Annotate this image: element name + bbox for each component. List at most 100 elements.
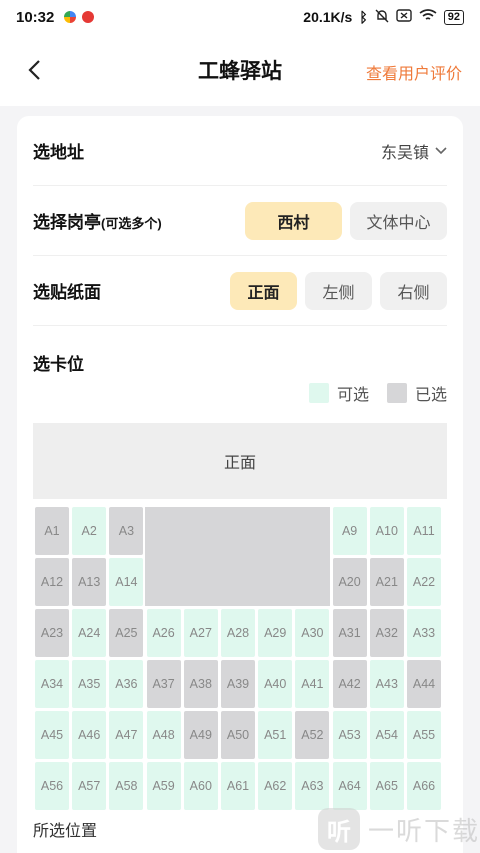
seat-a28[interactable]: A28 <box>221 609 255 657</box>
seat-a64[interactable]: A64 <box>332 762 367 810</box>
seat-a32: A32 <box>369 609 404 657</box>
page-title: 工蜂驿站 <box>198 60 282 83</box>
status-bar: 10:32 20.1K/s ᛒ 92 <box>0 0 480 34</box>
seat-section: 选卡位 可选 已选 正面 A1 A2 A3 A9 A10 A11 A12 A13 A14 A20 A… <box>33 326 447 811</box>
seat-a63[interactable]: A63 <box>295 762 330 810</box>
seat-a11[interactable]: A11 <box>407 507 441 555</box>
selected-position-label: 所选位置 <box>33 823 98 840</box>
seat-a55[interactable]: A55 <box>407 711 441 759</box>
wifi-icon <box>419 9 437 25</box>
seat-a59[interactable]: A59 <box>146 762 181 810</box>
seat-a56[interactable]: A56 <box>35 762 69 810</box>
seat-a34[interactable]: A34 <box>35 660 69 708</box>
legend-taken: 已选 <box>386 381 447 405</box>
mute-bell-icon <box>375 9 389 26</box>
seat-a12: A12 <box>35 558 69 606</box>
seat-a50: A50 <box>221 711 255 759</box>
seat-a65[interactable]: A65 <box>369 762 404 810</box>
no-sim-icon <box>396 9 412 25</box>
seat-a13: A13 <box>72 558 107 606</box>
seat-a46[interactable]: A46 <box>72 711 107 759</box>
side-option-front[interactable]: 正面 <box>230 271 297 310</box>
seat-a21: A21 <box>369 558 404 606</box>
app-notification-icon <box>82 11 95 23</box>
seat-a25: A25 <box>109 609 144 657</box>
seat-a33[interactable]: A33 <box>407 609 441 657</box>
legend-available: 可选 <box>308 381 369 405</box>
chevron-down-icon <box>435 146 447 154</box>
seat-a30[interactable]: A30 <box>295 609 330 657</box>
seat-a51[interactable]: A51 <box>258 711 293 759</box>
side-option-left[interactable]: 左侧 <box>305 271 372 310</box>
kiosk-option-wenti-center[interactable]: 文体中心 <box>350 201 447 240</box>
seat-a41[interactable]: A41 <box>295 660 330 708</box>
battery-icon: 92 <box>443 9 464 25</box>
seat-a66[interactable]: A66 <box>407 762 441 810</box>
seat-grid: A1 A2 A3 A9 A10 A11 A12 A13 A14 A20 A21 A22 A23 A24 A2… <box>33 507 447 811</box>
address-select[interactable]: 东吴镇 <box>381 139 447 163</box>
seat-a45[interactable]: A45 <box>35 711 69 759</box>
seat-a31: A31 <box>332 609 367 657</box>
seat-a49: A49 <box>183 711 218 759</box>
seat-a29[interactable]: A29 <box>258 609 293 657</box>
available-swatch <box>308 383 329 403</box>
seat-a48[interactable]: A48 <box>146 711 181 759</box>
side-option-right[interactable]: 右侧 <box>380 271 447 310</box>
seat-a43[interactable]: A43 <box>369 660 404 708</box>
seat-a58[interactable]: A58 <box>109 762 144 810</box>
side-label: 选贴纸面 <box>33 283 101 302</box>
seat-a40[interactable]: A40 <box>258 660 293 708</box>
seat-a53[interactable]: A53 <box>332 711 367 759</box>
center-block <box>145 507 330 606</box>
seat-a35[interactable]: A35 <box>72 660 107 708</box>
chevron-left-icon <box>28 60 40 80</box>
navigation-bar: 工蜂驿站 查看用户评价 <box>0 34 480 106</box>
seat-a37: A37 <box>146 660 181 708</box>
seat-a62[interactable]: A62 <box>258 762 293 810</box>
seat-a57[interactable]: A57 <box>72 762 107 810</box>
watermark-text: 一听下载 <box>368 815 480 846</box>
kiosk-option-xicun[interactable]: 西村 <box>245 201 342 240</box>
seat-legend: 可选 已选 <box>33 381 447 405</box>
seat-a22[interactable]: A22 <box>407 558 441 606</box>
view-user-reviews-link[interactable]: 查看用户评价 <box>366 60 462 84</box>
kiosk-hint: (可选多个) <box>101 216 162 231</box>
seat-a2[interactable]: A2 <box>72 507 107 555</box>
back-button[interactable] <box>18 54 50 86</box>
seat-a27[interactable]: A27 <box>183 609 218 657</box>
notification-icons <box>64 11 95 23</box>
legend-available-label: 可选 <box>336 387 369 404</box>
seat-a61[interactable]: A61 <box>221 762 255 810</box>
seat-a52: A52 <box>295 711 330 759</box>
app-notification-icon <box>64 11 77 23</box>
side-row: 选贴纸面 正面 左侧 右侧 <box>33 256 447 326</box>
bluetooth-icon: ᛒ <box>359 9 368 25</box>
seat-a44: A44 <box>407 660 441 708</box>
seat-a14[interactable]: A14 <box>109 558 144 606</box>
address-value: 东吴镇 <box>380 144 429 162</box>
seat-a3: A3 <box>109 507 144 555</box>
seat-a38: A38 <box>183 660 218 708</box>
address-row: 选地址 东吴镇 <box>33 116 447 186</box>
seat-a9[interactable]: A9 <box>332 507 367 555</box>
seat-a36[interactable]: A36 <box>109 660 144 708</box>
booking-card: 选地址 东吴镇 选择岗亭(可选多个) 西村 文体中心 选贴纸面 正面 左侧 右侧… <box>17 116 463 853</box>
kiosk-row: 选择岗亭(可选多个) 西村 文体中心 <box>33 186 447 256</box>
seat-a47[interactable]: A47 <box>109 711 144 759</box>
watermark-logo: 听 <box>318 808 360 850</box>
kiosk-label: 选择岗亭(可选多个) <box>33 208 162 233</box>
seat-a24[interactable]: A24 <box>72 609 107 657</box>
seat-a42: A42 <box>332 660 367 708</box>
seat-a10[interactable]: A10 <box>369 507 404 555</box>
seat-section-title: 选卡位 <box>33 355 84 374</box>
seat-a23: A23 <box>35 609 69 657</box>
taken-swatch <box>386 383 407 403</box>
status-indicators: 20.1K/s ᛒ 92 <box>303 9 464 26</box>
front-board: 正面 <box>33 423 447 499</box>
seat-a54[interactable]: A54 <box>369 711 404 759</box>
seat-a60[interactable]: A60 <box>183 762 218 810</box>
watermark: 听 一听下载 <box>318 808 480 850</box>
kiosk-label-text: 选择岗亭 <box>33 213 101 232</box>
seat-a39: A39 <box>221 660 255 708</box>
seat-a26[interactable]: A26 <box>146 609 181 657</box>
